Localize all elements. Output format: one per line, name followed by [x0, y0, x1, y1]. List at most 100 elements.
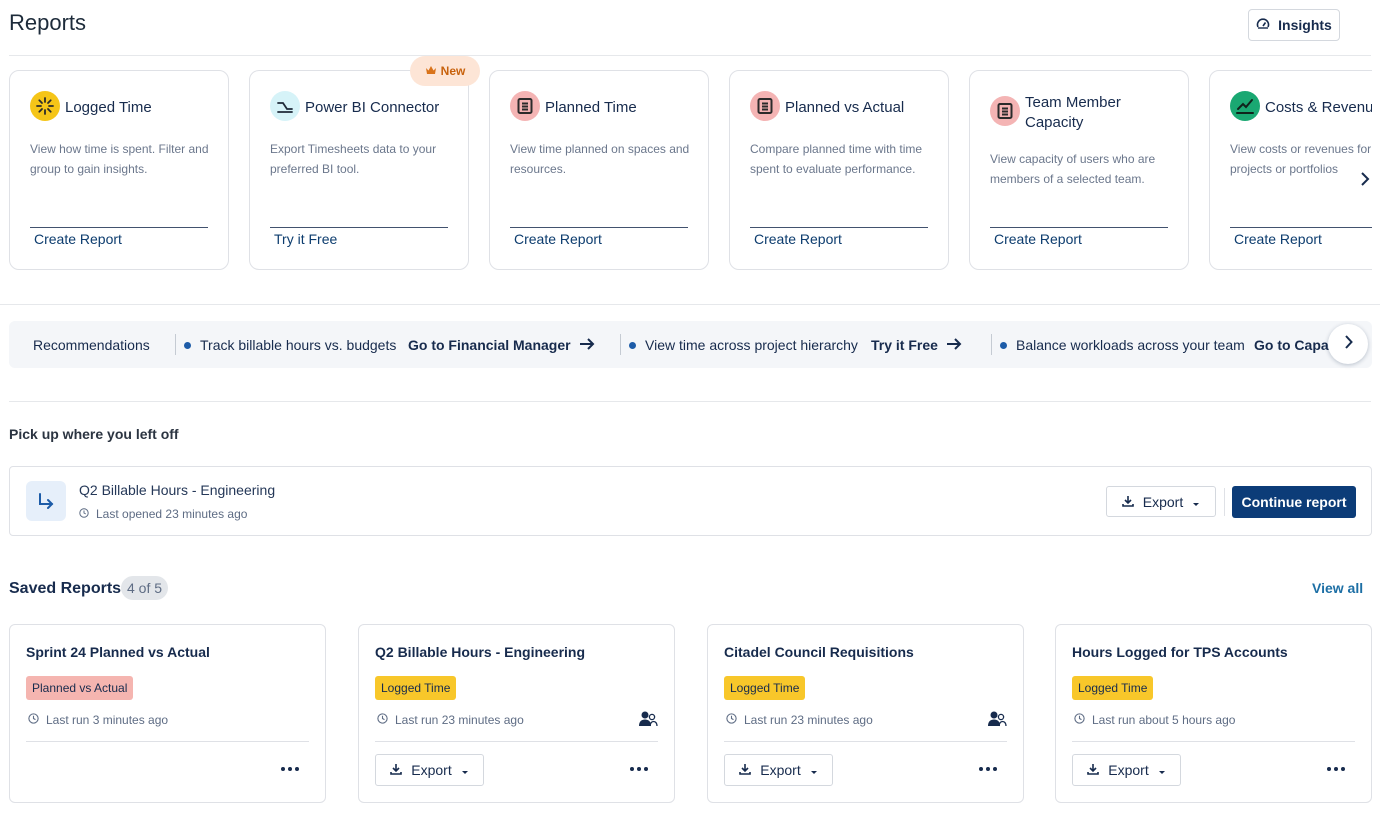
clock-icon: [377, 713, 388, 727]
divider: [724, 741, 1007, 742]
saved-report-name: Sprint 24 Planned vs Actual: [26, 644, 210, 660]
shared-users-icon: [638, 710, 658, 733]
template-description: View costs or revenues for projects or p…: [1230, 142, 1372, 176]
template-card-power-bi[interactable]: Power BI Connector Export Timesheets dat…: [249, 70, 469, 270]
template-card-team-member-capacity[interactable]: Team Member Capacity View capacity of us…: [969, 70, 1189, 270]
arrow-right-icon: [579, 337, 595, 353]
template-description: Compare planned time with time spent to …: [750, 142, 923, 176]
last-run-text: Last run 3 minutes ago: [46, 713, 169, 727]
export-button[interactable]: Export: [375, 754, 484, 786]
document-list-icon: [750, 91, 780, 121]
clock-icon: [1074, 713, 1085, 727]
create-report-link[interactable]: Create Report: [994, 231, 1082, 247]
go-to-financial-manager-link[interactable]: Go to Financial Manager: [408, 337, 595, 353]
continue-report-button[interactable]: Continue report: [1232, 486, 1356, 518]
saved-report-card[interactable]: Citadel Council Requisitions Logged Time…: [707, 624, 1024, 803]
document-list-icon: [990, 96, 1020, 126]
power-bi-icon: [270, 91, 300, 121]
template-card-logged-time[interactable]: Logged Time View how time is spent. Filt…: [9, 70, 229, 270]
saved-count-badge: 4 of 5: [121, 576, 168, 600]
chevron-right-icon: [1344, 334, 1353, 354]
divider: [620, 334, 621, 355]
saved-report-meta: Last run 23 minutes ago: [377, 713, 524, 727]
chevron-right-icon: [1360, 171, 1370, 191]
export-button[interactable]: Export: [724, 754, 833, 786]
recent-report-card[interactable]: Q2 Billable Hours - Engineering Last ope…: [9, 466, 1372, 536]
document-list-icon: [510, 91, 540, 121]
clock-icon: [79, 507, 89, 521]
create-report-link[interactable]: Create Report: [754, 231, 842, 247]
view-all-link[interactable]: View all: [1312, 580, 1363, 596]
divider: [0, 304, 1380, 305]
create-report-link[interactable]: Create Report: [34, 231, 122, 247]
report-type-tag: Planned vs Actual: [26, 676, 134, 700]
more-options-button[interactable]: [281, 767, 299, 771]
caret-down-icon: [1192, 494, 1200, 510]
saved-report-name: Hours Logged for TPS Accounts: [1072, 644, 1288, 660]
export-label: Export: [1142, 493, 1184, 510]
try-it-free-link[interactable]: Try it Free: [274, 231, 337, 247]
more-options-button[interactable]: [630, 767, 648, 771]
export-button[interactable]: Export: [1106, 486, 1216, 517]
divider: [1072, 741, 1355, 742]
last-run-text: Last run about 5 hours ago: [1092, 713, 1236, 727]
saved-report-card[interactable]: Sprint 24 Planned vs Actual Planned vs A…: [9, 624, 326, 803]
divider: [375, 741, 658, 742]
divider: [510, 227, 688, 228]
trend-chart-icon: [1230, 91, 1260, 121]
recommendation-link-label: Try it Free: [871, 337, 938, 353]
saved-report-card[interactable]: Hours Logged for TPS Accounts Logged Tim…: [1055, 624, 1372, 803]
divider: [1230, 227, 1372, 228]
download-icon: [390, 762, 403, 778]
export-label: Export: [760, 762, 801, 778]
template-title: Power BI Connector: [305, 99, 440, 116]
try-it-free-link[interactable]: Try it Free: [871, 337, 962, 353]
more-options-button[interactable]: [979, 767, 997, 771]
template-card-costs-revenue[interactable]: Costs & Revenue View costs or revenues f…: [1209, 70, 1372, 270]
report-type-tag: Logged Time: [724, 676, 806, 700]
return-arrow-icon: [26, 481, 66, 521]
saved-report-meta: Last run 23 minutes ago: [726, 713, 873, 727]
last-run-text: Last run 23 minutes ago: [744, 713, 873, 727]
divider: [270, 227, 448, 228]
gauge-icon: [1256, 17, 1270, 34]
more-options-button[interactable]: [1327, 767, 1345, 771]
recommendations-next-button[interactable]: [1328, 324, 1368, 364]
recommendation-text: View time across project hierarchy: [645, 337, 858, 353]
divider: [26, 741, 309, 742]
template-description: View capacity of users who are members o…: [990, 152, 1156, 186]
scroll-right-button[interactable]: [1356, 171, 1374, 191]
report-type-tag: Logged Time: [375, 676, 457, 700]
saved-report-name: Q2 Billable Hours - Engineering: [375, 644, 586, 660]
caret-down-icon: [1158, 762, 1166, 778]
caret-down-icon: [461, 762, 469, 778]
saved-report-meta: Last run about 5 hours ago: [1074, 713, 1235, 727]
insights-button[interactable]: Insights: [1248, 9, 1340, 41]
arrow-right-icon: [946, 337, 962, 353]
last-run-text: Last run 23 minutes ago: [395, 713, 524, 727]
template-title: Costs & Revenue: [1265, 99, 1372, 116]
download-icon: [739, 762, 752, 778]
divider: [9, 55, 1371, 56]
template-card-planned-time[interactable]: Planned Time View time planned on spaces…: [489, 70, 709, 270]
divider: [750, 227, 928, 228]
template-card-planned-vs-actual[interactable]: Planned vs Actual Compare planned time w…: [729, 70, 949, 270]
download-icon: [1087, 762, 1100, 778]
divider: [990, 227, 1168, 228]
sun-burst-icon: [30, 91, 60, 121]
create-report-link[interactable]: Create Report: [1234, 231, 1322, 247]
divider: [175, 334, 176, 355]
create-report-link[interactable]: Create Report: [514, 231, 602, 247]
recommendation-text: Track billable hours vs. budgets: [200, 337, 397, 353]
last-opened-text: Last opened 23 minutes ago: [96, 507, 248, 521]
divider: [991, 334, 992, 355]
export-label: Export: [1108, 762, 1149, 778]
export-label: Export: [411, 762, 452, 778]
divider: [9, 401, 1371, 402]
new-badge-label: New: [440, 64, 466, 78]
saved-report-card[interactable]: Q2 Billable Hours - Engineering Logged T…: [358, 624, 675, 803]
export-button[interactable]: Export: [1072, 754, 1181, 786]
clock-icon: [726, 713, 737, 727]
recent-report-meta: Last opened 23 minutes ago: [79, 507, 247, 521]
shared-users-icon: [987, 710, 1007, 733]
